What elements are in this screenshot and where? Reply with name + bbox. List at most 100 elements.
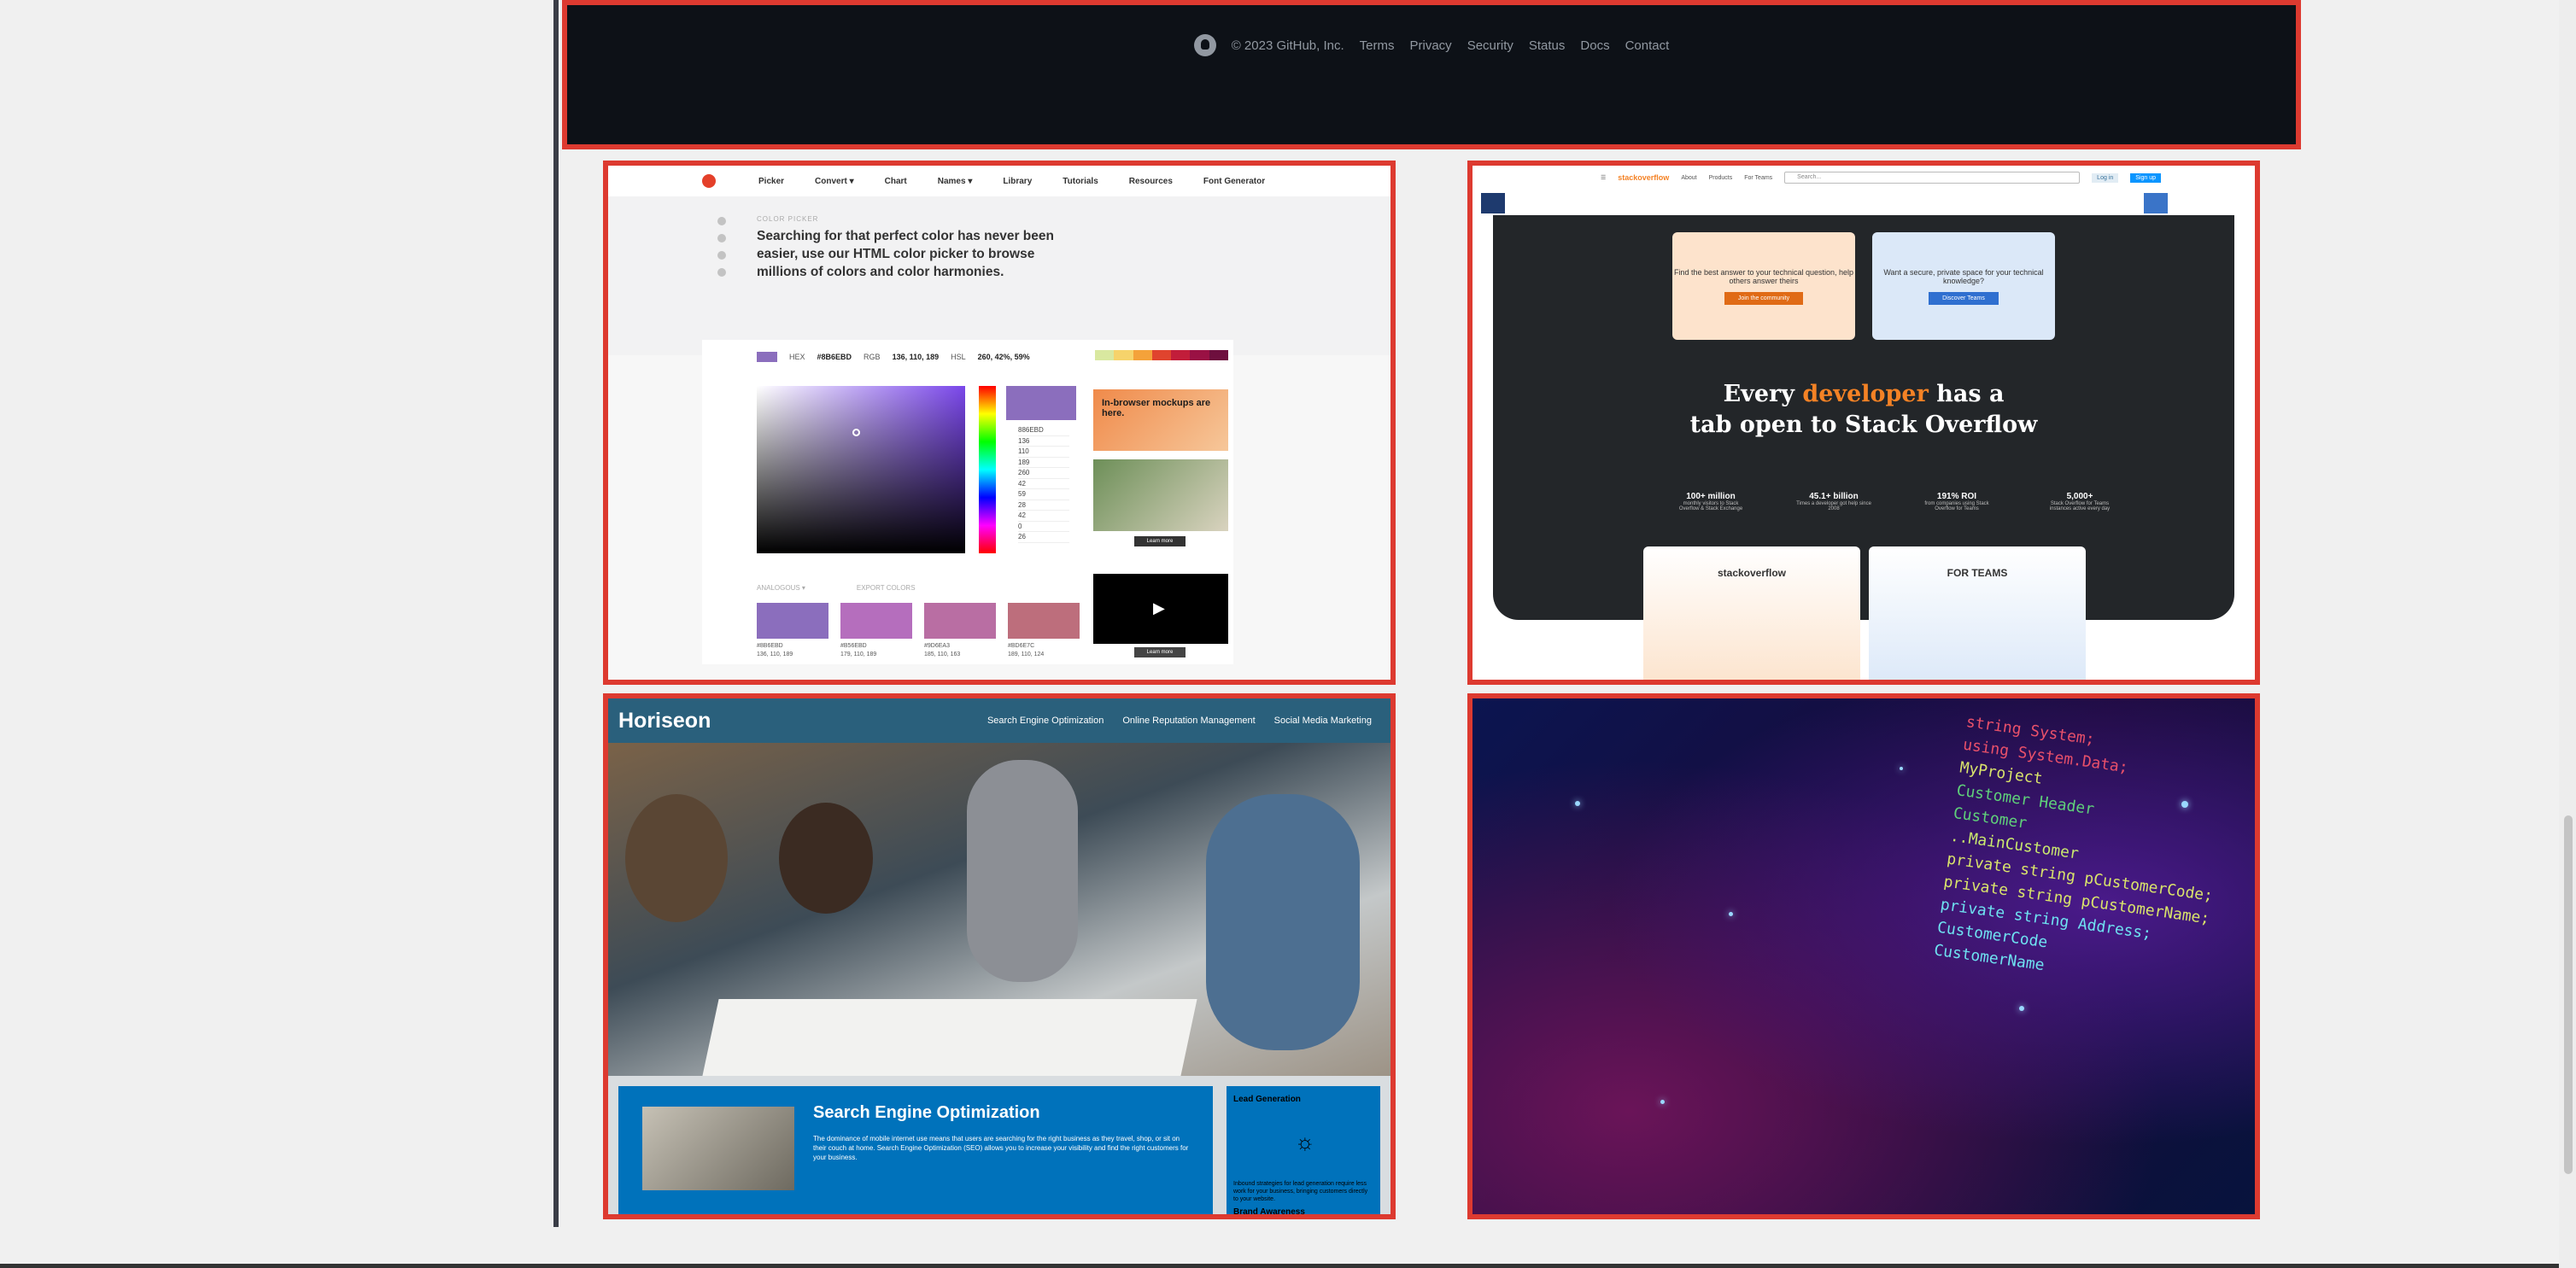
readout-value[interactable]: 189 xyxy=(1018,458,1069,468)
headline-line2: tab open to Stack Overflow xyxy=(1689,412,2038,438)
nav-item[interactable]: Names ▾ xyxy=(938,177,973,186)
readout-value[interactable]: 260 xyxy=(1018,468,1069,479)
tab-export-colors[interactable]: EXPORT COLORS xyxy=(857,584,916,592)
stat-item: 100+ million monthly visitors to Stack Ov… xyxy=(1672,492,1749,511)
ad-banner-mockups[interactable]: In-browser mockups are here. xyxy=(1093,389,1228,451)
nav-item[interactable]: Library xyxy=(1003,177,1032,186)
stat-item: 45.1+ billion Times a developer got help … xyxy=(1795,492,1872,511)
twitter-icon[interactable] xyxy=(717,217,726,225)
harmony-rgb: 185, 110, 163 xyxy=(924,652,961,657)
color-picker-logo-icon[interactable] xyxy=(702,174,716,188)
github-copyright: © 2023 GitHub, Inc. xyxy=(1231,38,1344,53)
hue-slider[interactable] xyxy=(979,386,996,553)
harmony-rgb: 179, 110, 189 xyxy=(840,652,877,657)
so-teams-text: Want a secure, private space for your te… xyxy=(1883,268,2044,285)
ad-video-player[interactable]: ▶ Learn more xyxy=(1093,574,1228,657)
nav-item[interactable]: Online Reputation Management xyxy=(1122,716,1255,726)
discover-teams-button[interactable]: Discover Teams xyxy=(1929,292,1999,305)
readout-value[interactable]: 42 xyxy=(1018,479,1069,489)
product-title: FOR TEAMS xyxy=(1947,567,2008,579)
footer-link-security[interactable]: Security xyxy=(1467,38,1513,53)
color-values-row: HEX #8B6EBD RGB 136, 110, 189 HSL 260, 4… xyxy=(757,352,1030,362)
so-top-link[interactable]: For Teams xyxy=(1744,175,1772,181)
headline-pre: Every xyxy=(1723,381,1803,407)
join-community-button[interactable]: Join the community xyxy=(1724,292,1804,305)
stat-value: 5,000+ xyxy=(2066,492,2093,501)
harmony-swatch[interactable] xyxy=(1008,603,1080,639)
so-search-input[interactable]: Search... xyxy=(1784,172,2081,184)
footer-link-status[interactable]: Status xyxy=(1529,38,1566,53)
picker-handle[interactable] xyxy=(852,429,860,436)
headline-accent: developer xyxy=(1802,381,1929,407)
stackoverflow-project-card[interactable]: ☰ stackoverflow About Products For Teams… xyxy=(1467,161,2260,685)
googleplus-icon[interactable] xyxy=(717,251,726,260)
readout-value[interactable]: 136 xyxy=(1018,436,1069,447)
nav-item[interactable]: Social Media Marketing xyxy=(1274,716,1372,726)
nav-item[interactable]: Convert ▾ xyxy=(815,177,854,186)
scrollbar-thumb[interactable] xyxy=(2564,815,2573,1174)
hamburger-icon[interactable]: ☰ xyxy=(1601,174,1606,181)
horiseon-logo[interactable]: Horiseon xyxy=(618,709,711,733)
footer-link-terms[interactable]: Terms xyxy=(1360,38,1395,53)
learn-more-button[interactable]: Learn more xyxy=(1134,647,1186,657)
ad-video[interactable]: Learn more xyxy=(1093,459,1228,546)
github-logo-icon[interactable] xyxy=(1193,34,1216,56)
stat-value: 45.1+ billion xyxy=(1809,492,1859,501)
so-top-link[interactable]: Products xyxy=(1709,175,1733,181)
tab-harmonies[interactable]: ANALOGOUS ▾ xyxy=(757,584,805,592)
bokeh-dot xyxy=(1575,801,1580,806)
so-teams-product-card[interactable]: FOR TEAMS xyxy=(1869,546,2086,680)
so-hero: Find the best answer to your technical q… xyxy=(1493,215,2234,620)
footer-link-contact[interactable]: Contact xyxy=(1625,38,1670,53)
page-left-rule xyxy=(553,0,559,1227)
nav-item[interactable]: Resources xyxy=(1129,177,1173,186)
readout-value[interactable]: 886EBD xyxy=(1018,425,1069,436)
facebook-icon[interactable] xyxy=(717,234,726,242)
so-product-card[interactable]: stackoverflow xyxy=(1643,546,1860,680)
footer-link-privacy[interactable]: Privacy xyxy=(1410,38,1452,53)
lightbulb-icon: ☼ xyxy=(1295,1129,1315,1154)
hsl-value[interactable]: 260, 42%, 59% xyxy=(978,353,1030,361)
rgb-value[interactable]: 136, 110, 189 xyxy=(893,353,940,361)
so-top-link[interactable]: About xyxy=(1681,175,1696,181)
harmony-label: #8B6EBD 136, 110, 189 xyxy=(757,642,793,659)
aside-text: Inbound strategies for lead generation r… xyxy=(1233,1181,1368,1202)
current-color-swatch xyxy=(757,352,777,362)
so-signup-button[interactable]: Sign up xyxy=(2130,172,2161,183)
seo-text: The dominance of mobile internet use mea… xyxy=(813,1135,1189,1161)
harmony-swatch[interactable] xyxy=(840,603,912,639)
recent-colors-strip[interactable] xyxy=(1095,350,1228,360)
readout-value[interactable]: 59 xyxy=(1018,489,1069,500)
product-title: stackoverflow xyxy=(1717,567,1787,579)
nav-item[interactable]: Font Generator xyxy=(1203,177,1265,186)
bokeh-dot xyxy=(1900,767,1903,770)
nav-item[interactable]: Search Engine Optimization xyxy=(987,716,1104,726)
harmony-swatch[interactable] xyxy=(924,603,996,639)
so-login-button[interactable]: Log in xyxy=(2092,172,2119,183)
stat-item: 191% ROI from companies using Stack Overf… xyxy=(1918,492,1995,511)
readout-value[interactable]: 42 xyxy=(1018,511,1069,522)
pinterest-icon[interactable] xyxy=(717,268,726,277)
nav-item[interactable]: Chart xyxy=(885,177,907,186)
readout-value[interactable]: 110 xyxy=(1018,447,1069,458)
readout-value[interactable]: 26 xyxy=(1018,532,1069,543)
readout-value[interactable]: 0 xyxy=(1018,522,1069,532)
harmony-swatch[interactable] xyxy=(757,603,828,639)
play-icon[interactable]: ▶ xyxy=(1153,599,1165,617)
hex-value[interactable]: #8B6EBD xyxy=(817,353,852,361)
horiseon-project-card[interactable]: Horiseon Search Engine Optimization Onli… xyxy=(603,693,1396,1219)
learn-more-button[interactable]: Learn more xyxy=(1134,536,1186,546)
color-picker-project-card[interactable]: Picker Convert ▾ Chart Names ▾ Library T… xyxy=(603,161,1396,685)
so-logo[interactable]: stackoverflow xyxy=(1618,173,1669,182)
hero-headline: Searching for that perfect color has nev… xyxy=(757,229,1054,279)
code-image-project-card[interactable]: string System; using System.Data; MyProj… xyxy=(1467,693,2260,1219)
seo-section: Search Engine Optimization The dominance… xyxy=(618,1086,1213,1214)
nav-item[interactable]: Tutorials xyxy=(1063,177,1098,186)
so-headline: Every developer has a tab open to Stack … xyxy=(1493,379,2234,441)
footer-link-docs[interactable]: Docs xyxy=(1580,38,1609,53)
seo-title: Search Engine Optimization xyxy=(813,1103,1040,1122)
saturation-value-picker[interactable] xyxy=(757,386,965,553)
nav-item[interactable]: Picker xyxy=(758,177,784,186)
decor-square xyxy=(1481,193,1505,213)
readout-value[interactable]: 28 xyxy=(1018,500,1069,511)
